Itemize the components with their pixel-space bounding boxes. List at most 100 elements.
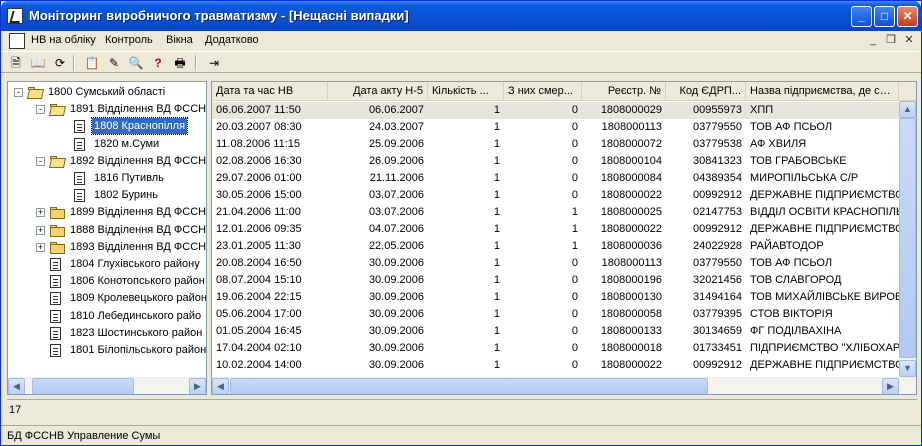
close-button[interactable]: ✕: [897, 6, 918, 27]
mdi-close-button[interactable]: ✕: [901, 33, 917, 48]
table-cell: ПІДПРИЄМСТВО "ХЛІБОХАРЧ: [750, 342, 899, 354]
tree-node[interactable]: - 1891 Відділення ВД ФССН: [8, 101, 206, 118]
title-bar[interactable]: Моніторинг виробничого травматизму - [Не…: [1, 1, 921, 31]
table-cell: 0: [571, 138, 578, 150]
tree-node[interactable]: 1801 Білопільського район: [8, 342, 206, 359]
collapse-icon[interactable]: -: [36, 156, 45, 166]
table-cell: 00992912: [693, 359, 742, 371]
grid-horizontal-scrollbar[interactable]: ◀ ▶: [212, 377, 916, 394]
column-header[interactable]: Дата та час НВ: [212, 82, 328, 101]
column-header[interactable]: З них смер...: [504, 82, 582, 101]
tree-node[interactable]: 1809 Кролевецького район: [8, 290, 206, 307]
tree-node[interactable]: - 1800 Сумський області: [8, 84, 206, 101]
table-row[interactable]: 23.01.2005 11:30 22.05.2006 1 1 1808000036 24…: [212, 238, 899, 255]
menu-extra[interactable]: Додатково: [205, 34, 259, 46]
mdi-document-icon[interactable]: [9, 33, 25, 49]
mdi-minimize-button[interactable]: _: [865, 33, 881, 48]
table-cell: 21.11.2006: [369, 172, 424, 184]
tree-node[interactable]: 1810 Лебединського райо: [8, 308, 206, 325]
table-cell: 1: [493, 274, 500, 286]
table-cell: 11.08.2006 11:15: [216, 138, 301, 150]
tree-node[interactable]: 1816 Путивль: [8, 170, 206, 187]
scroll-thumb[interactable]: [32, 378, 134, 394]
tree-node[interactable]: 1806 Конотопського район: [8, 273, 206, 290]
column-header[interactable]: Дата акту Н-5: [328, 82, 428, 101]
table-cell: 30.09.2006: [368, 342, 424, 354]
edit-record-icon[interactable]: ✎: [105, 54, 123, 72]
table-row[interactable]: 05.06.2004 17:00 30.09.2006 1 0 1808000058 03…: [212, 306, 899, 323]
table-cell: 1: [571, 223, 578, 235]
print-icon[interactable]: 🖶: [171, 54, 189, 72]
table-row[interactable]: 21.04.2006 11:00 03.07.2006 1 1 1808000025 02…: [212, 204, 899, 221]
exit-icon[interactable]: ⇥: [205, 54, 223, 72]
scroll-up-button[interactable]: ▲: [899, 101, 916, 118]
open-book-icon[interactable]: 📖: [29, 54, 47, 72]
mdi-restore-button[interactable]: ❐: [883, 33, 899, 48]
refresh-icon[interactable]: ⟳: [51, 54, 69, 72]
column-header[interactable]: Кількість ...: [428, 82, 504, 101]
tree-node[interactable]: +1893 Відділення ВД ФССН: [8, 239, 206, 256]
tree-node[interactable]: 1820 м.Суми: [8, 136, 206, 153]
table-cell: 0: [571, 308, 578, 320]
table-cell: 10.02.2004 14:00: [216, 359, 302, 371]
table-row[interactable]: 19.06.2004 22:15 30.09.2006 1 0 1808000130 31…: [212, 289, 899, 306]
table-row[interactable]: 02.08.2006 16:30 26.09.2006 1 0 1808000104 30…: [212, 153, 899, 170]
tree-node[interactable]: +1888 Відділення ВД ФССН: [8, 222, 206, 239]
table-row[interactable]: 30.05.2006 15:00 03.07.2006 1 0 1808000022 00…: [212, 187, 899, 204]
table-cell: 1808000084: [600, 172, 662, 184]
table-cell: 1: [493, 257, 500, 269]
expand-icon[interactable]: +: [36, 242, 45, 252]
search-icon[interactable]: 🔍: [127, 54, 145, 72]
scroll-thumb[interactable]: [899, 118, 916, 358]
menu-windows[interactable]: Вікна: [166, 34, 193, 46]
scroll-right-button[interactable]: ▶: [882, 378, 899, 394]
table-row[interactable]: 11.08.2006 11:15 25.09.2006 1 0 1808000072 03…: [212, 136, 899, 153]
tree-horizontal-scrollbar[interactable]: ◀ ▶: [8, 377, 206, 394]
table-cell: 06.06.2007 11:50: [216, 104, 301, 116]
document-icon[interactable]: 🗎: [7, 54, 25, 72]
collapse-icon[interactable]: -: [14, 88, 23, 97]
table-cell: РАЙАВТОДОР: [750, 240, 824, 252]
column-header[interactable]: Реєстр. №: [582, 82, 666, 101]
organization-tree[interactable]: -1800 Сумський області -1891 Відділення В…: [7, 81, 207, 395]
scroll-left-button[interactable]: ◀: [8, 378, 25, 394]
tree-node[interactable]: +1899 Відділення ВД ФССН: [8, 204, 206, 221]
expand-icon[interactable]: +: [36, 208, 45, 218]
accidents-grid[interactable]: Дата та час НВ Дата акту Н-5 Кількість ...…: [211, 81, 917, 395]
table-cell: 03779538: [693, 138, 742, 150]
table-row[interactable]: 06.06.2007 11:50 06.06.2007 1 0 1808000029 00…: [212, 102, 899, 119]
scroll-thumb[interactable]: [230, 378, 708, 394]
scroll-left-button[interactable]: ◀: [212, 378, 229, 394]
table-row[interactable]: 08.07.2004 15:10 30.09.2006 1 0 1808000196 32…: [212, 272, 899, 289]
tree-node[interactable]: 1808 Краснопілля: [8, 117, 206, 136]
table-row[interactable]: 20.08.2004 16:50 30.09.2006 1 0 1808000113 03…: [212, 255, 899, 272]
table-row[interactable]: 29.07.2006 01:00 21.11.2006 1 0 1808000084 04…: [212, 170, 899, 187]
table-row[interactable]: 12.01.2006 09:35 04.07.2006 1 1 1808000022 00…: [212, 221, 899, 238]
scroll-right-button[interactable]: ▶: [189, 378, 206, 394]
table-cell: 0: [571, 121, 578, 133]
menu-control[interactable]: Контроль: [105, 34, 153, 46]
tree-node[interactable]: - 1892 Відділення ВД ФССН: [8, 153, 206, 170]
maximize-button[interactable]: □: [874, 6, 895, 27]
help-icon[interactable]: ?: [149, 54, 167, 72]
tree-node[interactable]: 1802 Буринь: [8, 187, 206, 204]
menu-nv-registry[interactable]: НВ на обліку: [31, 34, 96, 46]
tree-node[interactable]: 1804 Глухівського району: [8, 256, 206, 273]
table-cell: 1808000072: [600, 138, 662, 150]
grid-vertical-scrollbar[interactable]: ▲ ▼: [899, 101, 916, 377]
collapse-icon[interactable]: -: [36, 105, 45, 115]
table-row[interactable]: 20.03.2007 08:30 24.03.2007 1 0 1808000113 03…: [212, 119, 899, 136]
table-row[interactable]: 10.02.2004 14:00 30.09.2006 1 0 1808000022 00…: [212, 357, 899, 374]
add-record-icon[interactable]: 📋: [83, 54, 101, 72]
column-header[interactable]: Назва підприємства, де став: [746, 82, 899, 101]
table-row[interactable]: 01.05.2004 16:45 30.09.2006 1 0 1808000133 30…: [212, 323, 899, 340]
toolbar-separator: [73, 55, 75, 71]
tree-node[interactable]: 1823 Шостинського район: [8, 325, 206, 342]
scroll-down-button[interactable]: ▼: [899, 360, 916, 377]
column-header[interactable]: Код ЄДРП...: [666, 82, 746, 101]
table-row[interactable]: 17.04.2004 02:10 30.09.2006 1 0 1808000018 01…: [212, 340, 899, 357]
tree-node-label: 1809 Кролевецького район: [70, 292, 207, 305]
table-cell: 17.04.2004 02:10: [216, 342, 302, 354]
minimize-button[interactable]: _: [851, 6, 872, 27]
expand-icon[interactable]: +: [36, 225, 45, 235]
